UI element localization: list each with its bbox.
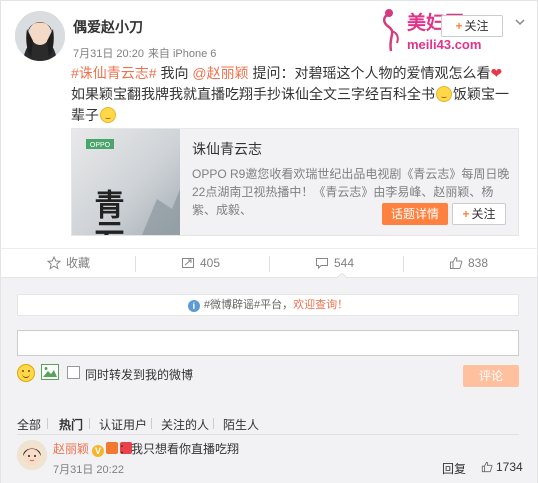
- like-button[interactable]: 838: [449, 249, 488, 277]
- divider: [17, 434, 519, 435]
- comment-button[interactable]: 544: [315, 249, 354, 277]
- comment-text: ：我只想看你直播吃翔: [119, 442, 240, 456]
- level-badge-icon: [106, 442, 119, 454]
- topic-follow-button[interactable]: + 关注: [452, 203, 506, 225]
- divider: [213, 418, 214, 429]
- comment-panel: i #微博辟谣#平台，欢迎查询！ 同时转发到我的微博 评论 全部 热门 认证用户 …: [0, 278, 538, 483]
- repost-icon: [182, 258, 194, 268]
- comment-time: 7月31日 20:22: [53, 464, 124, 476]
- notice-link[interactable]: 欢迎查询！: [293, 299, 348, 311]
- repost-checkbox[interactable]: [67, 366, 80, 379]
- post-source[interactable]: 来自 iPhone 6: [148, 48, 216, 60]
- comment-input[interactable]: [17, 330, 519, 356]
- image-upload-icon[interactable]: [41, 364, 59, 380]
- filter-following[interactable]: 关注的人: [161, 416, 209, 433]
- comment-like-button[interactable]: 1734: [481, 460, 523, 474]
- thumbs-up-icon: [450, 256, 463, 269]
- heart-emoji-icon: ❤: [490, 65, 503, 81]
- plus-icon: +: [455, 19, 463, 33]
- divider: [269, 256, 270, 272]
- info-icon: i: [187, 300, 200, 312]
- svg-text:OPPO: OPPO: [90, 142, 111, 149]
- divider: [403, 256, 404, 272]
- commenter-avatar[interactable]: [17, 440, 47, 470]
- filter-strangers[interactable]: 陌生人: [223, 416, 259, 433]
- divider: [47, 418, 48, 429]
- post-meta: 7月31日 20:20 来自 iPhone 6: [73, 45, 220, 61]
- username[interactable]: 偶爱赵小刀: [73, 17, 143, 37]
- emoji-picker-icon[interactable]: [17, 364, 35, 382]
- post-date[interactable]: 7月31日 20:20: [73, 48, 144, 60]
- filter-verified[interactable]: 认证用户: [99, 416, 147, 433]
- topic-card[interactable]: OPPO 青云志 诛仙青云志 OPPO R9邀您收看欢瑞世纪出品电视剧《青云志》…: [71, 128, 519, 236]
- action-bar: 收藏 405 544 838: [0, 248, 538, 278]
- topic-card-image: OPPO 青云志: [72, 129, 180, 235]
- rumor-notice: i #微博辟谣#平台，欢迎查询！: [17, 294, 519, 316]
- divider: [135, 256, 136, 272]
- topic-detail-button[interactable]: 话题详情: [382, 203, 448, 225]
- mention-link[interactable]: @赵丽颖: [192, 65, 248, 81]
- logo-url: meili43.com: [407, 37, 481, 52]
- reply-button[interactable]: 回复: [442, 460, 466, 477]
- repost-checkbox-label[interactable]: 同时转发到我的微博: [85, 366, 193, 383]
- filter-hot[interactable]: 热门: [59, 416, 83, 433]
- comment-icon: [316, 258, 328, 270]
- card-title[interactable]: 诛仙青云志: [192, 139, 262, 159]
- smile-emoji-icon: [436, 86, 452, 102]
- star-icon: [46, 255, 62, 270]
- filter-all[interactable]: 全部: [17, 416, 41, 433]
- follow-button[interactable]: + 关注: [441, 15, 503, 37]
- submit-comment-button[interactable]: 评论: [463, 365, 519, 387]
- repost-button[interactable]: 405: [181, 249, 220, 277]
- thumbs-up-icon: [481, 461, 493, 473]
- weibo-post: 偶爱赵小刀 7月31日 20:20 来自 iPhone 6 美妇网 meili43…: [0, 0, 538, 248]
- card-calligraphy: 青云志: [89, 189, 125, 235]
- smile-emoji-icon: [100, 107, 116, 123]
- chevron-down-icon[interactable]: [513, 15, 527, 29]
- divider: [89, 418, 90, 429]
- plus-icon: +: [462, 207, 470, 221]
- favorite-button[interactable]: 收藏: [46, 249, 90, 277]
- divider: [151, 418, 152, 429]
- user-avatar[interactable]: [15, 11, 65, 61]
- topic-link[interactable]: #诛仙青云志#: [71, 65, 157, 81]
- verified-badge-icon: V: [92, 445, 105, 457]
